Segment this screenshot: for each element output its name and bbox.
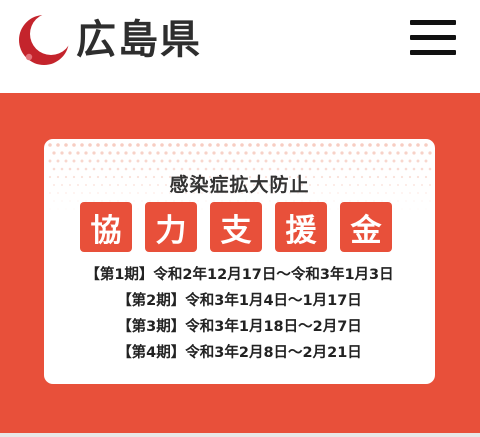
- title-char-box: 力: [145, 202, 197, 252]
- menu-bar: [410, 50, 456, 55]
- support-banner-section: 感染症拡大防止 協力支援金 【第1期】令和2年12月17日～令和3年1月3日 【第…: [0, 93, 480, 437]
- period-list: 【第1期】令和2年12月17日～令和3年1月3日 【第2期】令和3年1月4日～1月…: [44, 262, 435, 366]
- site-logo[interactable]: 広島県: [16, 10, 202, 70]
- section-divider: [0, 433, 480, 437]
- menu-bar: [410, 35, 456, 40]
- period-item: 【第2期】令和3年1月4日～1月17日: [117, 293, 362, 309]
- period-item: 【第3期】令和3年1月18日～2月7日: [117, 319, 362, 335]
- period-item: 【第1期】令和2年12月17日～令和3年1月3日: [85, 267, 394, 283]
- site-name: 広島県: [76, 17, 202, 63]
- banner-subtitle: 感染症拡大防止: [169, 174, 310, 196]
- hiroshima-logo-icon: [19, 13, 72, 65]
- menu-bar: [410, 20, 456, 25]
- title-char-box: 金: [340, 202, 392, 252]
- site-header: 広島県: [0, 0, 480, 93]
- support-banner[interactable]: 感染症拡大防止 協力支援金 【第1期】令和2年12月17日～令和3年1月3日 【第…: [44, 139, 435, 384]
- period-item: 【第4期】令和3年2月8日～2月21日: [117, 345, 362, 361]
- title-char-box: 支: [210, 202, 262, 252]
- banner-title: 協力支援金: [80, 202, 392, 252]
- title-char-box: 援: [275, 202, 327, 252]
- menu-button[interactable]: [408, 18, 460, 58]
- title-char-box: 協: [80, 202, 132, 252]
